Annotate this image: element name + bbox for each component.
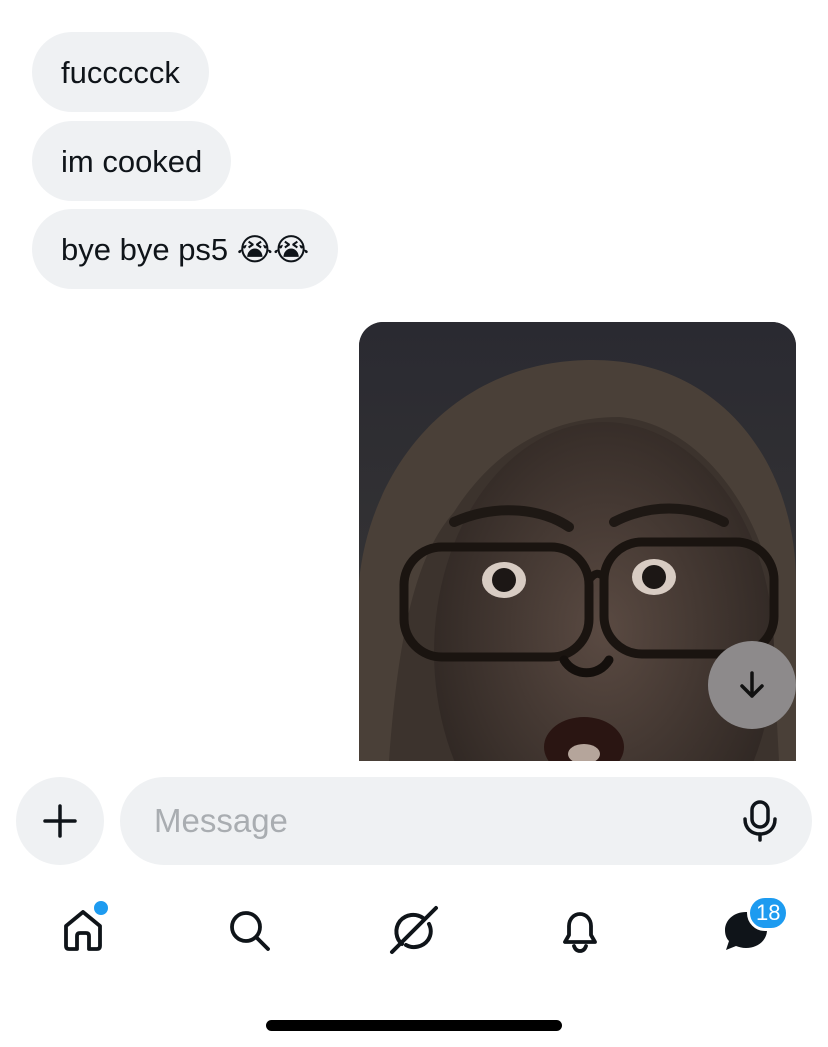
message-text: im cooked (61, 143, 203, 179)
message-composer (120, 777, 812, 865)
message-text: bye bye ps5 😭😭 (61, 231, 310, 267)
messages-count: 18 (756, 900, 781, 925)
search-icon (230, 911, 270, 951)
plus-icon (43, 804, 77, 838)
arrow-down-icon (740, 671, 764, 698)
message-bubble[interactable]: fuccccck (32, 32, 209, 112)
message-bubble[interactable]: im cooked (32, 121, 232, 201)
microphone-icon[interactable] (738, 799, 782, 843)
add-attachment-button[interactable] (16, 777, 104, 865)
home-notification-dot (92, 899, 110, 917)
home-indicator[interactable] (266, 1020, 562, 1031)
bell-icon (563, 912, 597, 953)
message-bubble[interactable]: bye bye ps5 😭😭 (32, 209, 339, 289)
tab-notifications[interactable] (554, 904, 606, 956)
messages-count-badge: 18 (747, 895, 790, 931)
scroll-to-bottom-button[interactable] (708, 641, 796, 729)
grok-icon (390, 906, 438, 954)
tab-search[interactable] (223, 904, 275, 956)
message-input[interactable] (154, 777, 714, 865)
tab-grok[interactable] (388, 904, 440, 956)
message-text: fuccccck (61, 54, 180, 90)
